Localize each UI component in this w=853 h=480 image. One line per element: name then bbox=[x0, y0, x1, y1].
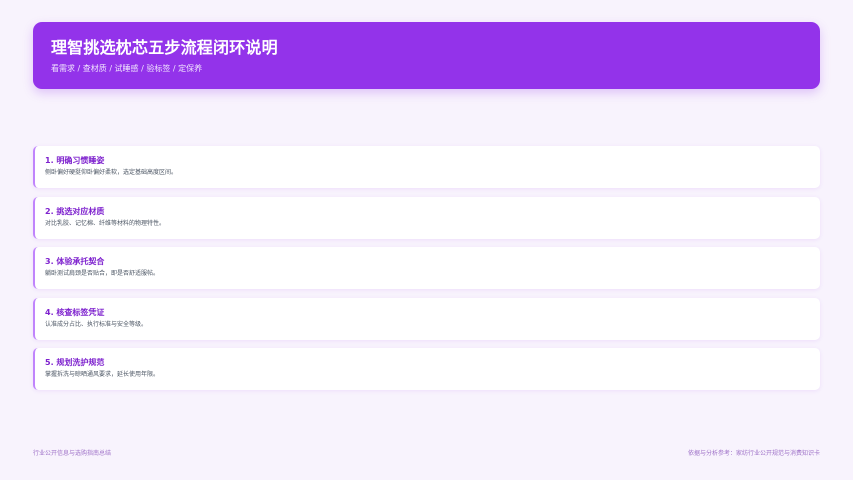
header-banner: 理智挑选枕芯五步流程闭环说明 看需求 / 查材质 / 试睡感 / 验标签 / 定… bbox=[33, 22, 820, 89]
step-title: 5. 规划洗护规范 bbox=[45, 358, 105, 367]
step-card-2: 2. 挑选对应材质 对比乳胶、记忆棉、纤维等材料的物理特性。 bbox=[33, 196, 820, 239]
step-title: 3. 体验承托契合 bbox=[45, 257, 105, 266]
step-title: 4. 核查标签凭证 bbox=[45, 307, 105, 317]
step-card-5: 5. 规划洗护规范 掌握拆洗与晾晒通风要求，延长使用年限。 bbox=[33, 348, 820, 390]
step-description: 认准成分占比、执行标准与安全等级。 bbox=[45, 320, 148, 328]
page-subtitle: 看需求 / 查材质 / 试睡感 / 验标签 / 定保养 bbox=[51, 64, 203, 73]
step-description: 侧卧偏好硬挺仰卧偏好柔软，选定基础高度区间。 bbox=[45, 169, 178, 176]
step-list: 1. 明确习惯睡姿 侧卧偏好硬挺仰卧偏好柔软，选定基础高度区间。 2. 挑选对应… bbox=[33, 146, 820, 399]
footer-reference-note: 依据与分析参考：家纺行业公开规范与消费知识卡 bbox=[687, 450, 820, 457]
step-description: 躺卧测试肩颈是否贴合，即是否舒适服帖。 bbox=[45, 270, 160, 277]
footer-source-note: 行业公开信息与选购指南总结 bbox=[33, 450, 112, 457]
step-card-3: 3. 体验承托契合 躺卧测试肩颈是否贴合，即是否舒适服帖。 bbox=[33, 247, 820, 289]
page-title: 理智挑选枕芯五步流程闭环说明 bbox=[51, 38, 278, 57]
step-description: 对比乳胶、记忆棉、纤维等材料的物理特性。 bbox=[45, 219, 166, 227]
step-card-4: 4. 核查标签凭证 认准成分占比、执行标准与安全等级。 bbox=[33, 297, 820, 340]
step-description: 掌握拆洗与晾晒通风要求，延长使用年限。 bbox=[45, 371, 160, 378]
step-title: 1. 明确习惯睡姿 bbox=[45, 156, 105, 165]
step-card-1: 1. 明确习惯睡姿 侧卧偏好硬挺仰卧偏好柔软，选定基础高度区间。 bbox=[33, 146, 820, 188]
step-title: 2. 挑选对应材质 bbox=[45, 206, 105, 216]
